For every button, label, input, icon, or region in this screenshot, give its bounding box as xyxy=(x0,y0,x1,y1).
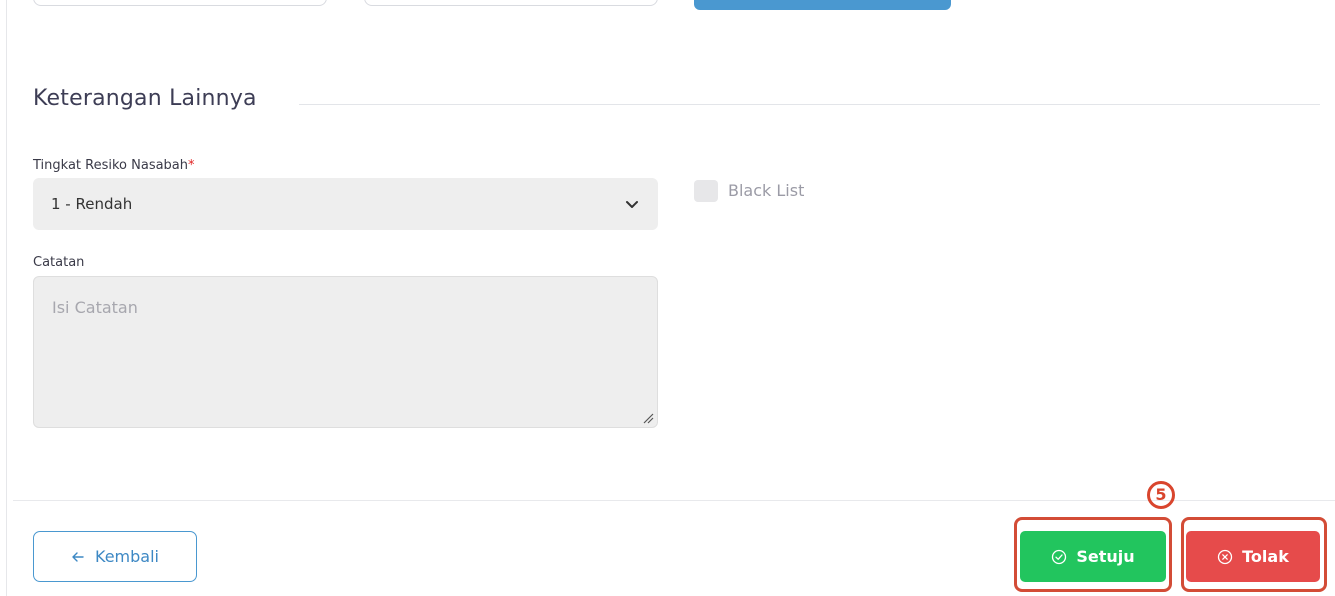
section-title: Keterangan Lainnya xyxy=(33,86,257,111)
note-placeholder: Isi Catatan xyxy=(52,298,138,317)
chevron-down-icon xyxy=(626,201,638,208)
back-button-label: Kembali xyxy=(95,547,159,566)
note-label: Catatan xyxy=(33,255,85,270)
resize-handle-icon[interactable] xyxy=(642,412,654,424)
approve-button-label: Setuju xyxy=(1076,547,1135,566)
footer-divider xyxy=(13,500,1335,501)
note-textarea[interactable]: Isi Catatan xyxy=(33,276,658,428)
check-circle-icon xyxy=(1052,549,1067,564)
top-input-2[interactable] xyxy=(364,0,658,6)
back-button[interactable]: Kembali xyxy=(33,531,197,582)
step-badge: 5 xyxy=(1147,481,1175,509)
risk-level-label: Tingkat Resiko Nasabah* xyxy=(33,158,195,173)
x-circle-icon xyxy=(1217,549,1233,564)
reject-button-label: Tolak xyxy=(1242,547,1289,566)
reject-button[interactable]: Tolak xyxy=(1186,531,1320,582)
card-border xyxy=(6,0,7,596)
risk-level-label-text: Tingkat Resiko Nasabah xyxy=(33,158,189,173)
arrow-left-icon xyxy=(72,551,84,562)
required-mark: * xyxy=(188,158,195,173)
risk-level-select[interactable]: 1 - Rendah xyxy=(33,178,658,230)
top-input-1[interactable] xyxy=(33,0,327,6)
section-divider xyxy=(299,104,1320,105)
approve-button[interactable]: Setuju xyxy=(1020,531,1166,582)
blacklist-label[interactable]: Black List xyxy=(728,181,804,200)
approval-page: Keterangan Lainnya Tingkat Resiko Nasaba… xyxy=(0,0,1335,596)
risk-level-value: 1 - Rendah xyxy=(51,195,133,213)
top-action-button[interactable] xyxy=(694,0,951,10)
blacklist-checkbox[interactable] xyxy=(694,180,718,202)
